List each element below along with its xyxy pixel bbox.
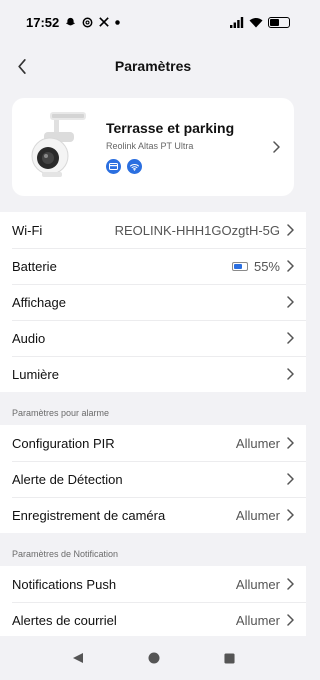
recents-square-icon[interactable] [223,652,235,664]
page-title: Paramètres [114,58,192,74]
home-circle-icon[interactable] [148,652,160,664]
row-value: Allumer [235,435,280,451]
row-label: Wi-Fi [12,222,43,238]
ghost-icon [66,17,76,25]
row-label: Alerte de Détection [12,471,123,487]
row-display[interactable]: Affichage [0,284,306,320]
dot-icon [115,19,120,25]
row-push-notifications[interactable]: Notifications Push Allumer [0,566,306,602]
row-label: Configuration PIR [12,435,115,451]
chevron-right-icon [273,141,280,153]
row-pir[interactable]: Configuration PIR Allumer [0,425,306,461]
row-light[interactable]: Lumière [0,356,306,392]
chevron-right-icon [287,614,294,626]
battery-icon [268,16,290,28]
device-card[interactable]: Terrasse et parking Reolink Altas PT Ult… [12,98,294,196]
x-icon [99,17,110,27]
device-info: Terrasse et parking Reolink Altas PT Ult… [106,120,272,174]
alarm-settings: Configuration PIR Allumer Alerte de Déte… [0,425,306,533]
wifi-icon [249,17,263,27]
nav-bar: Paramètres [0,48,306,84]
battery-percent: 55% [253,258,280,274]
row-label: Audio [12,330,46,346]
system-nav-bar [0,636,306,680]
chevron-left-icon [18,58,26,74]
row-value: Allumer [235,576,280,592]
chevron-right-icon [287,260,294,272]
device-model: Reolink Altas PT Ultra [106,141,194,151]
row-detection-alert[interactable]: Alerte de Détection [0,461,306,497]
signal-icon [230,16,244,28]
row-email-alerts[interactable]: Alertes de courriel Allumer [0,602,306,638]
row-wifi[interactable]: Wi-Fi REOLINK-HHH1GOzgtH-5G [0,212,306,248]
chevron-right-icon [287,578,294,590]
chevron-right-icon [287,473,294,485]
chevron-right-icon [287,224,294,236]
row-audio[interactable]: Audio [0,320,306,356]
battery-level-icon [231,261,248,271]
row-label: Batterie [12,258,57,274]
section-header-notification: Paramètres de Notification [12,549,119,559]
back-triangle-icon[interactable] [72,652,84,664]
card-icon [106,159,121,174]
row-value: Allumer [235,612,280,628]
row-camera-recording[interactable]: Enregistrement de caméra Allumer [0,497,306,533]
status-bar: 17:52 [0,0,306,44]
row-battery[interactable]: Batterie 55% [0,248,306,284]
chevron-right-icon [287,296,294,308]
row-value: REOLINK-HHH1GOzgtH-5G [114,222,280,238]
row-label: Enregistrement de caméra [12,507,166,523]
row-label: Lumière [12,366,59,382]
status-left-icons [65,17,120,28]
row-label: Alertes de courriel [12,612,117,628]
status-right-icons [230,16,290,28]
notification-settings: Notifications Push Allumer Alertes de co… [0,566,306,638]
general-settings: Wi-Fi REOLINK-HHH1GOzgtH-5G Batterie 55%… [0,212,306,392]
row-label: Affichage [12,294,66,310]
threads-icon [82,17,93,27]
row-value: Allumer [235,507,280,523]
status-time: 17:52 [26,14,60,30]
camera-image [20,98,100,196]
row-value: 55% [231,258,280,274]
chevron-right-icon [287,332,294,344]
back-button[interactable] [8,52,36,80]
wifi-badge-icon [127,159,142,174]
device-name: Terrasse et parking [106,120,235,136]
device-badges [106,159,272,174]
chevron-right-icon [287,437,294,449]
chevron-right-icon [287,368,294,380]
section-header-alarm: Paramètres pour alarme [12,408,110,418]
row-label: Notifications Push [12,576,117,592]
chevron-right-icon [287,509,294,521]
